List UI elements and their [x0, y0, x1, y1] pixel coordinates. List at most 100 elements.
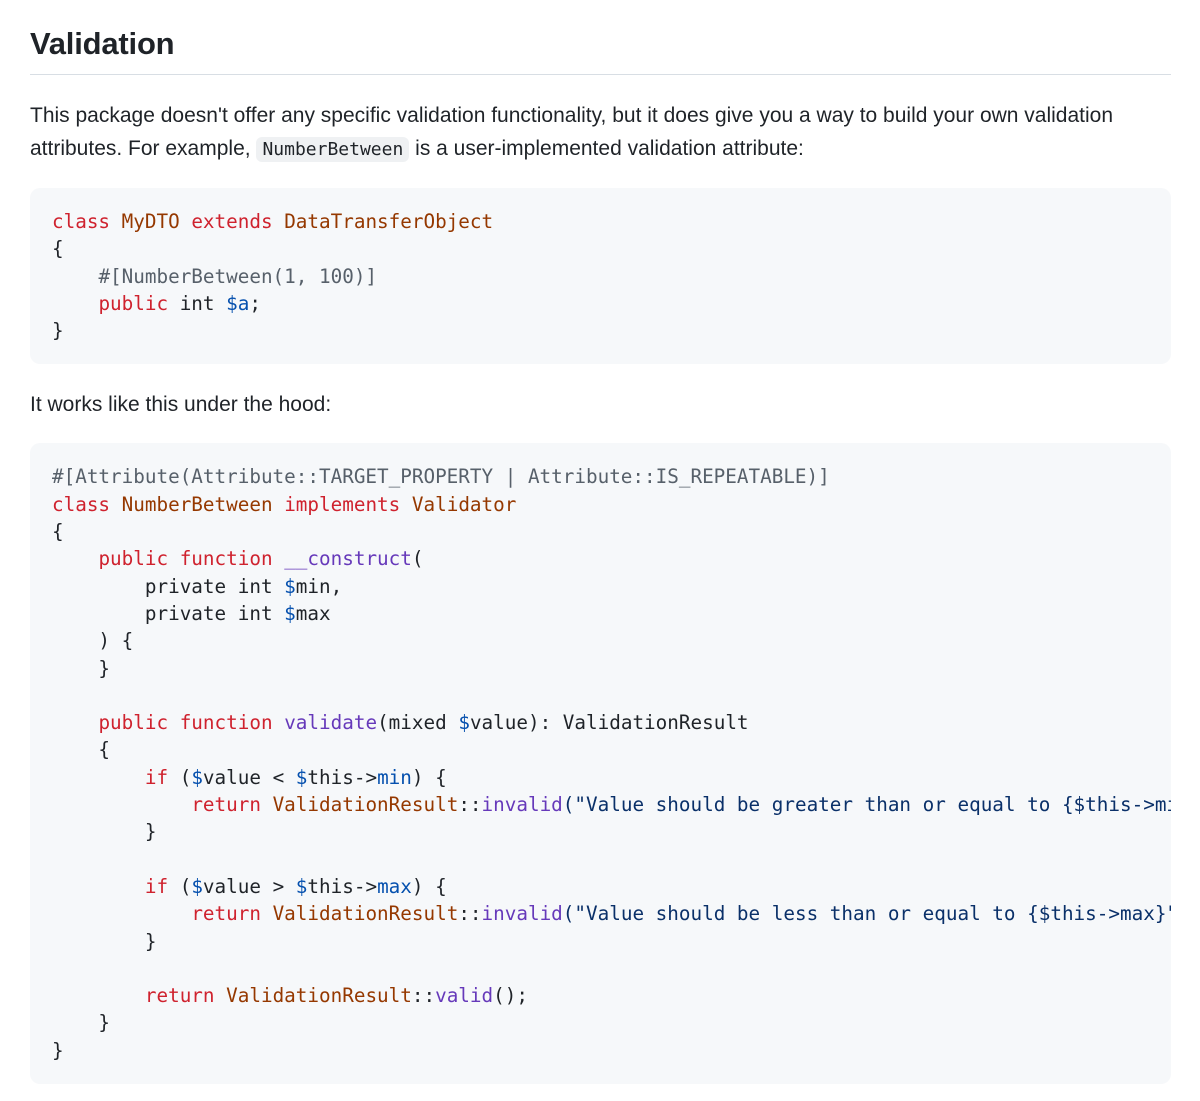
code-token: if: [144, 765, 169, 789]
code-token: ) {: [411, 874, 447, 898]
code-token: }: [52, 820, 157, 844]
code-line: class NumberBetween implements Validator: [52, 493, 516, 516]
code-line: private int $min,: [52, 575, 342, 598]
code-token: value <: [202, 765, 296, 789]
code-token: Validator: [411, 492, 517, 516]
code-token: }: [52, 656, 111, 680]
code-token: int: [168, 291, 227, 315]
code-token: class: [52, 210, 111, 233]
code-token: return: [191, 793, 261, 817]
code-token: ::: [458, 793, 482, 817]
code-line: return ValidationResult::invalid("Value …: [52, 902, 1171, 925]
code-token: invalid: [481, 902, 563, 926]
code-token: valid: [435, 984, 494, 1008]
code-content: #[Attribute(Attribute::TARGET_PROPERTY |…: [52, 463, 1171, 1064]
code-token: }: [52, 1011, 111, 1035]
code-token: $a: [226, 291, 250, 315]
code-token: function: [179, 711, 273, 735]
code-token: ("Value should be greater than or equal …: [562, 793, 1171, 817]
code-token: $: [295, 874, 308, 898]
code-token: ValidationResult: [272, 793, 459, 817]
code-line: public function validate(mixed $value): …: [52, 711, 749, 735]
code-line: #[Attribute(Attribute::TARGET_PROPERTY |…: [52, 465, 830, 488]
code-token: value): ValidationResult: [469, 711, 749, 735]
code-token: NumberBetween: [121, 492, 273, 516]
code-token: {: [52, 738, 111, 762]
code-token: min: [377, 765, 412, 789]
code-line: public int $a;: [52, 292, 261, 315]
code-token: DataTransferObject: [284, 210, 494, 233]
code-line: }: [52, 657, 110, 680]
intro-text-after: is a user-implemented validation attribu…: [409, 137, 804, 160]
code-line: {: [52, 520, 64, 543]
middle-paragraph: It works like this under the hood:: [30, 393, 332, 417]
code-line: if ($value > $this->max) {: [52, 875, 447, 898]
code-token: private int: [52, 601, 285, 625]
code-token: }: [52, 1038, 64, 1062]
code-token: __construct: [284, 547, 412, 571]
code-line: }: [52, 1039, 64, 1062]
code-line: return ValidationResult::valid();: [52, 984, 528, 1007]
code-token: (: [411, 547, 424, 571]
code-token: return: [191, 902, 261, 926]
code-token: MyDTO: [121, 210, 180, 233]
section-heading: Validation: [30, 0, 1171, 75]
code-token: if: [144, 874, 169, 898]
code-token: $: [191, 874, 203, 898]
code-line: }: [52, 820, 157, 844]
code-content: class MyDTO extends DataTransferObject {…: [52, 208, 1171, 344]
code-token: this->: [307, 874, 378, 898]
code-token: public: [98, 547, 169, 571]
code-token: {: [52, 237, 64, 261]
code-token: ;: [249, 291, 261, 315]
code-line: ) {: [52, 629, 133, 652]
code-line: {: [52, 738, 110, 761]
code-line: }: [52, 1011, 110, 1034]
code-line: }: [52, 930, 157, 953]
code-token: $: [284, 574, 296, 598]
code-token: ) {: [411, 765, 447, 789]
code-token: (: [168, 874, 192, 898]
code-token: ::: [411, 984, 436, 1008]
code-token: invalid: [481, 793, 563, 817]
code-token: max: [295, 601, 331, 625]
code-token: $: [295, 765, 308, 789]
code-token: $: [191, 765, 203, 789]
code-line: private int $max: [52, 602, 331, 625]
code-token: ::: [458, 902, 482, 926]
code-token: {: [52, 520, 64, 544]
code-token: extends: [191, 210, 273, 233]
code-token: value >: [202, 874, 296, 898]
inline-code-class-name: NumberBetween: [256, 137, 410, 162]
code-token: #[Attribute(Attribute::TARGET_PROPERTY |…: [52, 465, 830, 489]
code-token: $: [458, 711, 470, 735]
code-line: class MyDTO extends DataTransferObject: [52, 210, 493, 233]
code-block-dto-example: class MyDTO extends DataTransferObject {…: [30, 188, 1171, 365]
code-token: validate: [284, 711, 378, 735]
code-token: }: [52, 319, 64, 343]
code-token: ValidationResult: [226, 984, 412, 1008]
code-line: {: [52, 237, 64, 260]
readme-section: Validation This package doesn't offer an…: [30, 0, 1171, 1085]
code-line: return ValidationResult::invalid("Value …: [52, 793, 1171, 816]
